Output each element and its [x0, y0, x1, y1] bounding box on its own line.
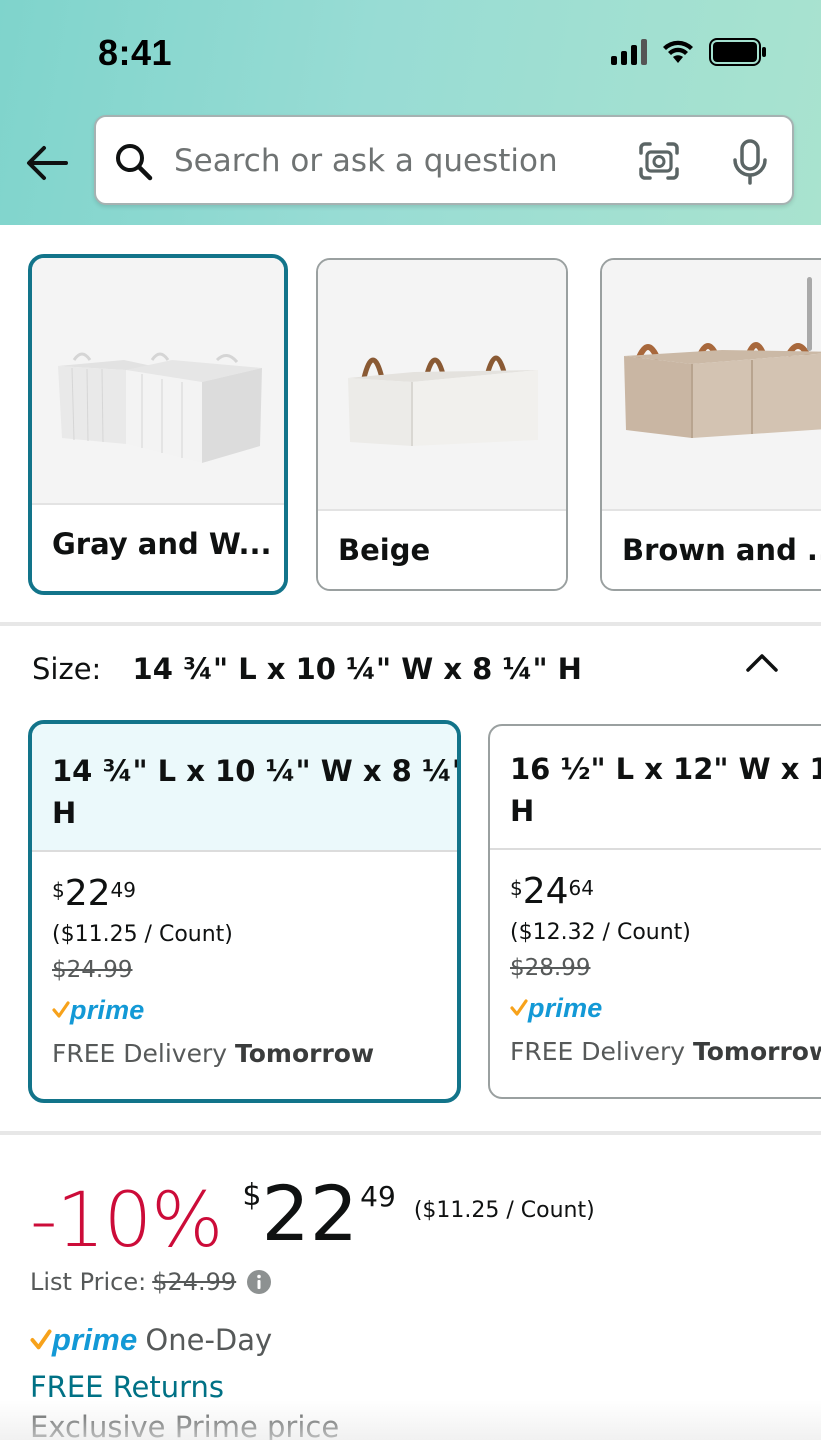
size-option-details: $ 24 64 ($12.32 / Count) $28.99 prime FR… — [510, 872, 821, 1067]
status-time: 8:41 — [98, 32, 173, 73]
color-swatch-beige[interactable]: Beige — [316, 258, 568, 591]
delivery-day: Tomorrow — [235, 1039, 375, 1068]
microphone-icon[interactable] — [732, 139, 768, 185]
price-currency: $ — [242, 1178, 262, 1213]
size-value: 14 ¾" L x 10 ¼" W x 8 ¼" H — [132, 652, 582, 686]
delivery-prefix: FREE Delivery — [510, 1037, 686, 1066]
product-image-brown — [602, 260, 821, 509]
size-option-title-line2: H — [52, 796, 77, 830]
prime-logo: prime — [52, 1322, 138, 1357]
info-icon[interactable] — [246, 1269, 272, 1295]
price-fraction: 49 — [360, 1180, 396, 1213]
delivery-info: FREE Delivery Tomorrow — [510, 1037, 821, 1066]
color-swatch-brown[interactable]: Brown and ... — [600, 258, 821, 591]
unit-price: ($11.25 / Count) — [413, 1198, 595, 1223]
size-option-title-line1: 16 ½" L x 12" W x 10 — [510, 752, 821, 786]
free-returns-link[interactable]: FREE Returns — [30, 1370, 224, 1404]
status-icons — [611, 38, 767, 66]
discount-percent: -10% — [30, 1175, 223, 1264]
unit-price: ($12.32 / Count) — [510, 920, 691, 945]
color-swatch-label: Brown and ... — [602, 509, 821, 589]
size-label: Size: — [32, 652, 102, 686]
cellular-signal-icon — [611, 39, 647, 65]
size-heading: Size: 14 ¾" L x 10 ¼" W x 8 ¼" H — [32, 652, 582, 686]
color-swatch-carousel[interactable]: Gray and W... Beige Brown and ... — [0, 225, 821, 622]
prime-one-day-text: One-Day — [145, 1323, 273, 1357]
price-whole: 22 — [261, 1169, 359, 1258]
delivery-info: FREE Delivery Tomorrow — [52, 1039, 457, 1068]
status-bar: 8:41 — [0, 0, 821, 100]
header: 8:41 — [0, 0, 821, 225]
unit-price: ($11.25 / Count) — [52, 922, 233, 947]
price-whole: 22 — [64, 873, 111, 914]
size-option-title-line2: H — [510, 794, 535, 828]
delivery-prefix: FREE Delivery — [52, 1039, 228, 1068]
camera-icon[interactable] — [638, 141, 680, 181]
prime-logo: prime — [70, 994, 145, 1025]
main-price: -10% $ 22 49 ($11.25 / Count) — [30, 1170, 595, 1262]
list-price: $28.99 — [510, 955, 591, 981]
list-price-row: List Price: $24.99 — [30, 1268, 272, 1296]
wifi-icon — [661, 39, 695, 65]
section-divider — [0, 1131, 821, 1135]
check-icon — [52, 1001, 70, 1018]
color-swatch-gray-white[interactable]: Gray and W... — [28, 254, 288, 595]
search-input[interactable] — [174, 137, 694, 185]
size-option-title: 14 ¾" L x 10 ¼" W x 8 ¼" H — [32, 724, 457, 852]
check-icon — [30, 1329, 52, 1350]
delivery-day: Tomorrow — [693, 1037, 821, 1066]
color-swatch-label: Beige — [318, 509, 566, 589]
list-price: $24.99 — [52, 957, 133, 983]
check-icon — [510, 999, 528, 1016]
prime-badge: prime — [510, 991, 821, 1025]
product-image-gray-white — [32, 258, 284, 507]
exclusive-prime-price: Exclusive Prime price — [30, 1410, 340, 1440]
price-currency: $ — [52, 878, 65, 902]
back-arrow-icon[interactable] — [22, 138, 72, 188]
battery-icon — [709, 38, 767, 66]
section-divider — [0, 622, 821, 626]
size-option-price: $ 24 64 — [510, 872, 821, 916]
price-whole: 24 — [522, 871, 569, 912]
size-option-details: $ 22 49 ($11.25 / Count) $24.99 prime FR… — [52, 874, 457, 1069]
price-fraction: 64 — [568, 876, 594, 900]
color-swatch-label: Gray and W... — [32, 503, 284, 591]
list-price-value: $24.99 — [152, 1268, 237, 1296]
prime-logo: prime — [528, 992, 603, 1023]
product-image-beige — [318, 260, 566, 509]
list-price-label: List Price: — [30, 1268, 147, 1296]
size-option-title-line1: 14 ¾" L x 10 ¼" W x 8 ¼" — [52, 754, 461, 788]
size-option-card[interactable]: 16 ½" L x 12" W x 10 H $ 24 64 ($12.32 /… — [488, 724, 821, 1099]
size-option-title: 16 ½" L x 12" W x 10 H — [490, 726, 821, 850]
price-currency: $ — [510, 876, 523, 900]
scrollbar[interactable] — [807, 277, 812, 351]
prime-one-day: prime One-Day — [30, 1322, 272, 1358]
search-bar[interactable] — [94, 115, 794, 205]
price-fraction: 49 — [110, 878, 136, 902]
prime-badge: prime — [52, 993, 457, 1027]
chevron-up-icon[interactable] — [742, 648, 782, 678]
search-icon — [114, 142, 154, 182]
size-option-price: $ 22 49 — [52, 874, 457, 918]
size-option-card[interactable]: 14 ¾" L x 10 ¼" W x 8 ¼" H $ 22 49 ($11.… — [28, 720, 461, 1103]
